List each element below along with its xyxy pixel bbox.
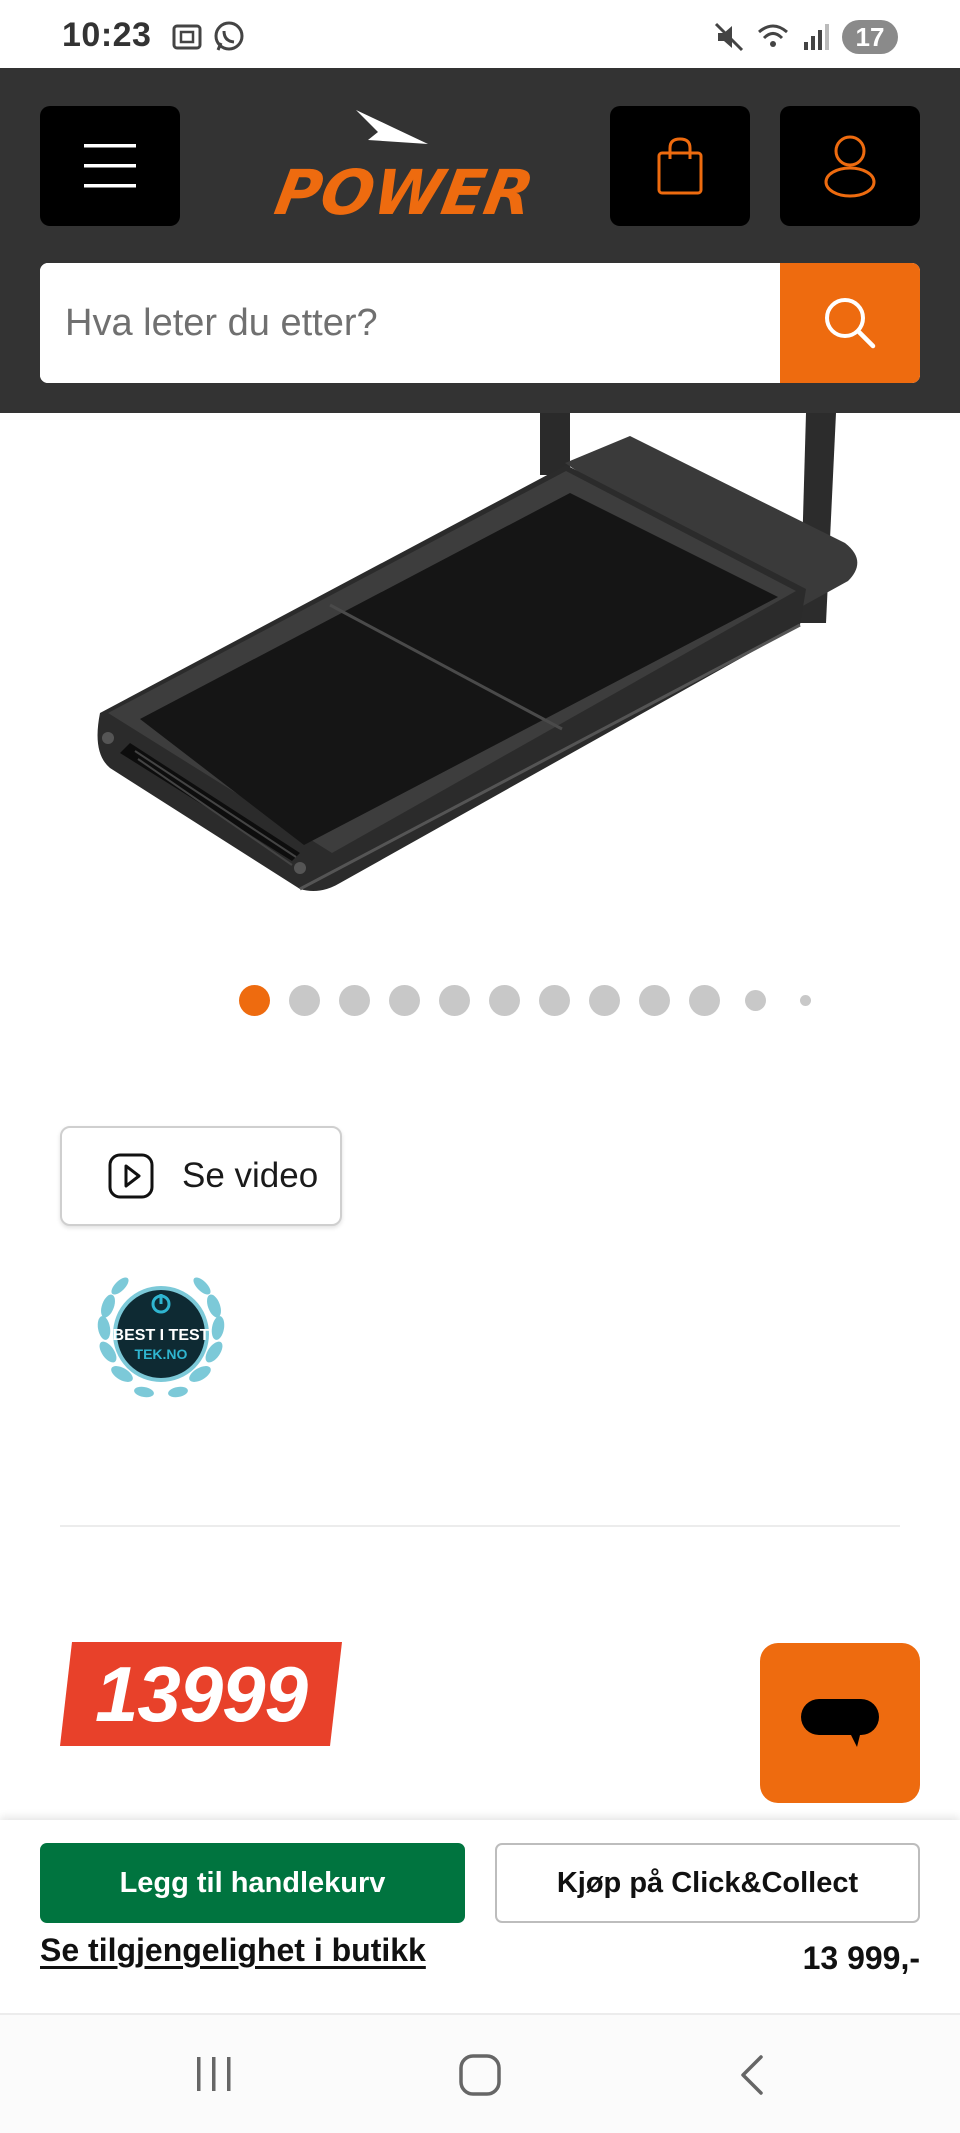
carousel-dot-active[interactable] (239, 985, 270, 1016)
svg-text:POWER: POWER (270, 156, 539, 220)
carousel-dot[interactable] (339, 985, 370, 1016)
wifi-icon (758, 24, 788, 47)
logo-graphic: POWER (270, 110, 539, 229)
search-icon (825, 298, 876, 349)
cart-button[interactable] (610, 106, 750, 226)
mute-icon (714, 22, 744, 52)
carousel-dot[interactable] (639, 985, 670, 1016)
carousel-dot[interactable] (539, 985, 570, 1016)
carousel-dot[interactable] (439, 985, 470, 1016)
status-time: 10:23 (62, 16, 152, 54)
price-tag: 13999 (95, 1650, 308, 1738)
video-label: Se video (182, 1156, 319, 1195)
search-bar (40, 263, 920, 383)
chat-icon (801, 1699, 879, 1747)
add-to-cart-button[interactable]: Legg til handlekurv (40, 1843, 465, 1923)
search-button[interactable] (780, 263, 920, 383)
bottom-price: 13 999,- (802, 1940, 920, 1976)
svg-text:TEK.NO: TEK.NO (135, 1346, 188, 1362)
whatsapp-icon (214, 21, 244, 51)
back-icon[interactable] (733, 2053, 773, 2097)
play-icon (108, 1153, 154, 1199)
section-divider (60, 1525, 900, 1527)
signal-icon (804, 24, 829, 50)
carousel-dot[interactable] (800, 995, 811, 1006)
status-bar: 10:23 17 (0, 0, 960, 68)
store-availability-link[interactable]: Se tilgjengelighet i butikk (40, 1932, 426, 1969)
search-input[interactable] (40, 263, 780, 383)
carousel-dot[interactable] (389, 985, 420, 1016)
user-icon (824, 135, 876, 198)
site-header: POWER (0, 68, 960, 413)
account-button[interactable] (780, 106, 920, 226)
recent-apps-icon[interactable] (193, 2053, 235, 2095)
system-nav-bar (0, 2013, 960, 2133)
battery-indicator: 17 (842, 20, 898, 54)
screenshot-icon (172, 24, 202, 50)
hamburger-icon (84, 144, 136, 188)
shopping-bag-icon (657, 137, 703, 195)
power-logo[interactable]: POWER (218, 110, 584, 229)
video-button[interactable]: Se video (60, 1126, 342, 1226)
carousel-dot[interactable] (489, 985, 520, 1016)
svg-text:BEST I TEST: BEST I TEST (113, 1327, 210, 1344)
carousel-dot[interactable] (689, 985, 720, 1016)
carousel-dot[interactable] (289, 985, 320, 1016)
best-i-test-badge: BEST I TEST TEK.NO (97, 1277, 225, 1398)
carousel-dot[interactable] (589, 985, 620, 1016)
product-image[interactable] (0, 413, 960, 933)
carousel-dot[interactable] (745, 990, 766, 1011)
chat-button[interactable] (760, 1643, 920, 1803)
click-collect-button[interactable]: Kjøp på Click&Collect (495, 1843, 920, 1923)
menu-button[interactable] (40, 106, 180, 226)
home-icon[interactable] (458, 2053, 502, 2097)
